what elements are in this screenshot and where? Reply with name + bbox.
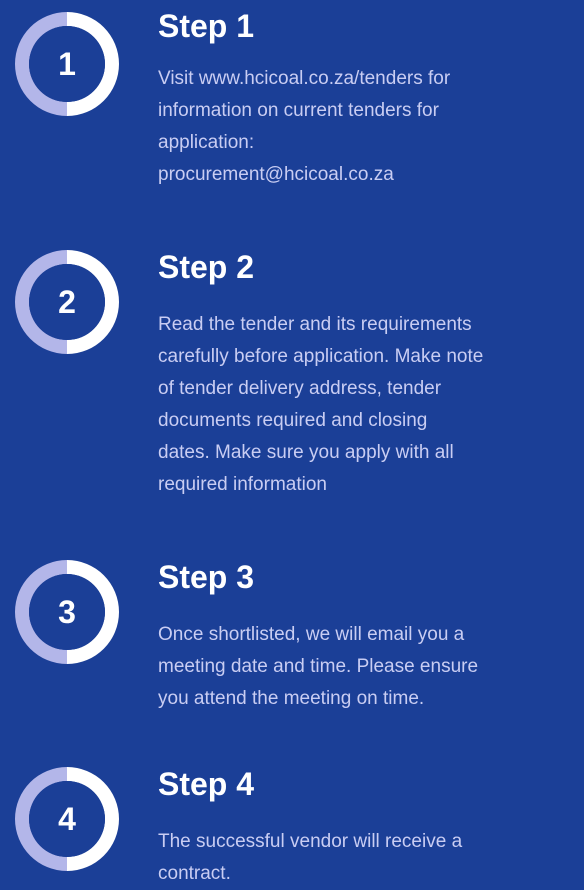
step-1-line: application: [158, 132, 255, 153]
step-1-title: Step 1 [158, 8, 255, 44]
step-3-badge: 3 [13, 558, 121, 666]
step-4: 4 Step 4 The successful vendor will rece… [0, 763, 584, 884]
step-3: 3 Step 3 Once shortlisted, we will email… [0, 556, 584, 726]
step-4-badge: 4 [13, 765, 121, 873]
step-1-number: 1 [58, 46, 76, 82]
step-3-number: 3 [58, 594, 76, 630]
step-3-title: Step 3 [158, 559, 255, 595]
step-3-line: you attend the meeting on time. [158, 688, 425, 709]
step-1-line: information on current tenders for [158, 100, 439, 121]
step-3-line: meeting date and time. Please ensure [158, 656, 479, 677]
step-1-line: procurement@hcicoal.co.za [158, 164, 394, 185]
step-4-title: Step 4 [158, 766, 255, 802]
step-1-badge: 1 [13, 10, 121, 118]
step-1: 1 Step 1 Visit www.hcicoal.co.za/tenders… [0, 2, 584, 207]
step-4-line: contract. [158, 863, 231, 884]
step-4-line: The successful vendor will receive a [158, 831, 463, 852]
step-3-description: Once shortlisted, we will email you a me… [158, 619, 582, 715]
step-1-description: Visit www.hcicoal.co.za/tenders for info… [158, 63, 582, 191]
step-2-line: Read the tender and its requirements [158, 314, 472, 335]
step-3-line: Once shortlisted, we will email you a [158, 624, 465, 645]
step-2-line: required information [158, 474, 327, 495]
step-2-number: 2 [58, 284, 76, 320]
step-4-description: The successful vendor will receive a con… [158, 826, 582, 890]
step-4-number: 4 [58, 801, 76, 837]
step-2: 2 Step 2 Read the tender and its require… [0, 245, 584, 515]
step-2-title: Step 2 [158, 249, 255, 285]
step-2-line: dates. Make sure you apply with all [158, 442, 454, 463]
step-2-line: carefully before application. Make note [158, 346, 484, 367]
step-2-line: of tender delivery address, tender [158, 378, 442, 399]
tender-steps: 1 Step 1 Visit www.hcicoal.co.za/tenders… [0, 0, 584, 884]
step-2-badge: 2 [13, 248, 121, 356]
step-1-line: Visit www.hcicoal.co.za/tenders for [158, 68, 451, 89]
step-2-line: documents required and closing [158, 410, 428, 431]
step-2-description: Read the tender and its requirements car… [158, 309, 582, 501]
